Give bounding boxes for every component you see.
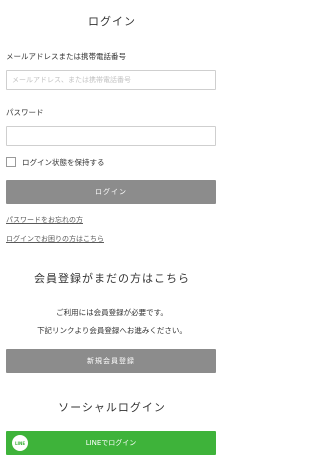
line-login-label: LINEでログイン — [85, 439, 137, 447]
line-login-button[interactable]: LINE LINEでログイン — [6, 431, 216, 455]
register-button[interactable]: 新規会員登録 — [6, 349, 216, 373]
register-description-line-1: ご利用には会員登録が必要です。 — [56, 308, 168, 317]
password-field[interactable] — [6, 126, 216, 146]
remember-checkbox[interactable] — [6, 157, 16, 167]
line-icon: LINE — [12, 435, 28, 451]
remember-label[interactable]: ログイン状態を保持する — [22, 157, 105, 168]
login-title: ログイン — [88, 15, 136, 28]
email-label: メールアドレスまたは携帯電話番号 — [6, 52, 126, 61]
password-label: パスワード — [6, 108, 44, 117]
login-button[interactable]: ログイン — [6, 180, 216, 204]
register-description-line-2: 下記リンクより会員登録へお進みください。 — [37, 326, 187, 335]
social-login-heading: ソーシャルログイン — [58, 401, 166, 414]
register-heading: 会員登録がまだの方はこちら — [34, 272, 190, 285]
line-icon-text: LINE — [14, 440, 26, 446]
forgot-password-link[interactable]: パスワードをお忘れの方 — [6, 215, 83, 225]
login-page: ログイン メールアドレスまたは携帯電話番号 パスワード ログイン状態を保持する … — [0, 0, 224, 465]
email-field[interactable] — [6, 70, 216, 90]
login-trouble-link[interactable]: ログインでお困りの方はこちら — [6, 234, 104, 244]
